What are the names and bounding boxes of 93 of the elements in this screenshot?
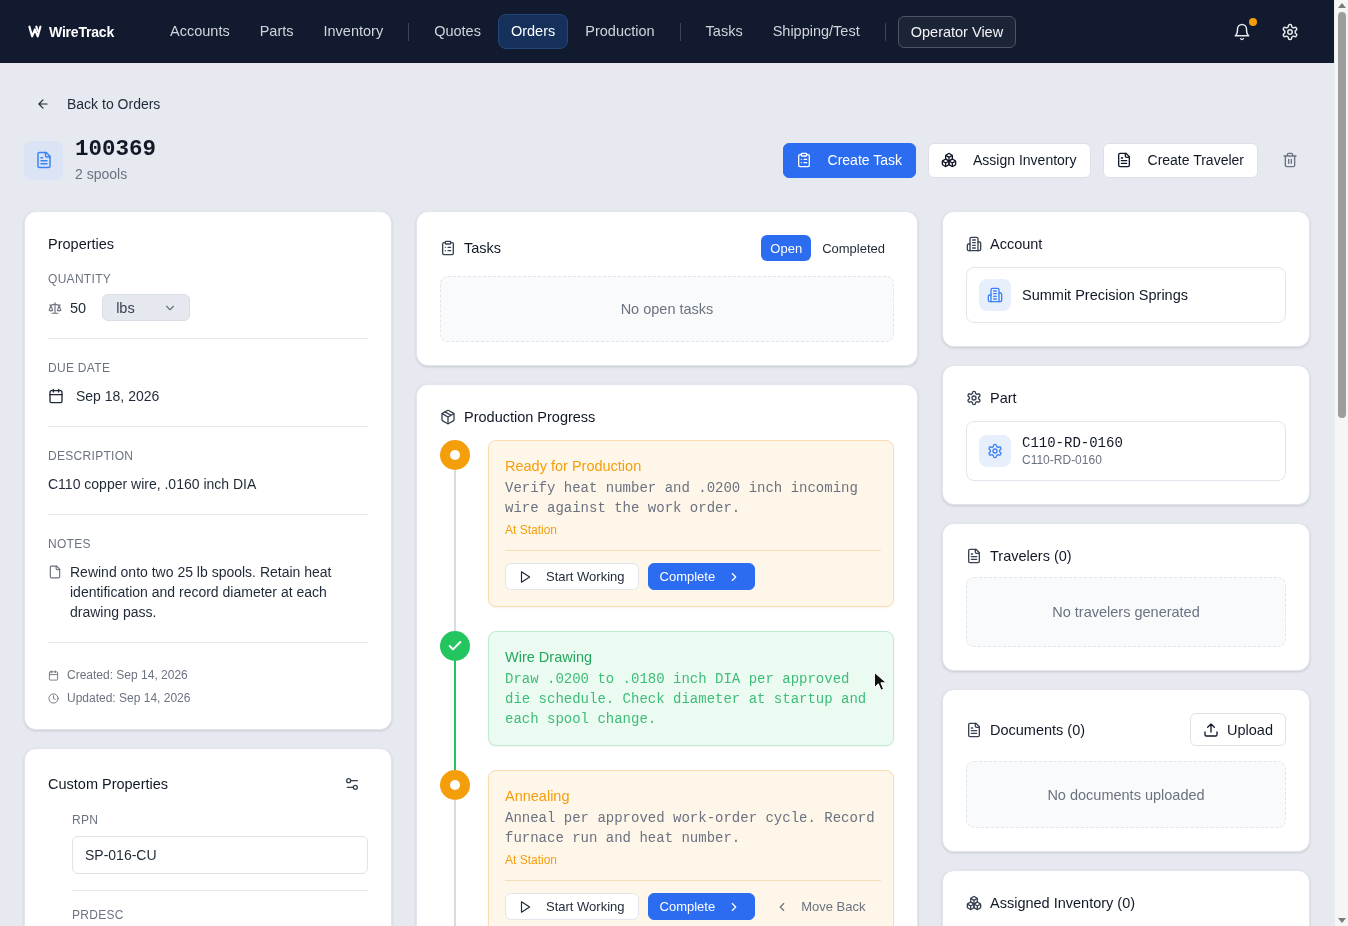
description-text: C110 copper wire, .0160 inch DIA	[48, 475, 258, 494]
document-icon	[1115, 152, 1132, 168]
note-icon	[48, 565, 62, 579]
create-traveler-button[interactable]: Create Traveler	[1102, 142, 1258, 178]
building-icon	[966, 236, 982, 252]
field-label: QUANTITY	[48, 271, 113, 287]
assign-inventory-button[interactable]: Assign Inventory	[928, 142, 1091, 178]
complete-button[interactable]: Complete	[647, 893, 756, 920]
order-subtitle: 2 spools	[75, 165, 129, 184]
play-icon	[518, 899, 532, 914]
upload-icon	[1203, 721, 1220, 738]
tab[interactable]: Open	[761, 235, 812, 261]
nav-link[interactable]: Shipping/Test	[759, 14, 873, 49]
move-back-button[interactable]: Move Back	[764, 893, 877, 920]
account-name: Summit Precision Springs	[1022, 287, 1188, 303]
gear-icon	[966, 390, 982, 406]
nav-link[interactable]: Parts	[246, 14, 307, 49]
calendar-icon	[48, 669, 59, 681]
trash-icon[interactable]	[1282, 152, 1298, 168]
scale-icon	[48, 300, 62, 315]
card-title: Properties	[48, 235, 116, 253]
field-label: DESCRIPTION	[48, 448, 135, 464]
play-icon	[518, 569, 532, 584]
create-task-button[interactable]: Create Task	[782, 142, 916, 178]
updated-date: Updated: Sep 14, 2026	[67, 690, 191, 706]
tab[interactable]: Completed	[813, 235, 894, 261]
start-working-button[interactable]: Start Working	[505, 563, 639, 590]
scrollbar-thumb[interactable]	[1337, 12, 1346, 418]
arrow-left-icon	[36, 97, 50, 111]
part-code: C110-RD-0160	[1022, 452, 1103, 468]
step-location: At Station	[505, 522, 559, 538]
field-label: RPN	[72, 812, 100, 828]
step-location: At Station	[505, 852, 559, 868]
text-field[interactable]: SP-016-CU	[72, 836, 368, 874]
document-icon	[966, 548, 982, 564]
app-logo: WireTrack	[49, 23, 114, 40]
document-icon	[24, 140, 63, 180]
step-description: Anneal per approved work-order cycle. Record furnace run and heat number.	[505, 809, 876, 848]
card-title: Account	[990, 235, 1043, 253]
step-title: Annealing	[505, 787, 571, 805]
notes-text: Rewind onto two 25 lb spools. Retain heat identification and record diameter at each drawing pass.	[70, 563, 333, 622]
sliders-icon[interactable]	[344, 776, 360, 792]
nav-link[interactable]: Quotes	[421, 14, 494, 49]
step-title: Ready for Production	[505, 457, 643, 475]
package-icon	[440, 409, 456, 425]
step-title: Wire Drawing	[505, 648, 593, 666]
nav-link[interactable]: Tasks	[692, 14, 756, 49]
clock-icon	[48, 692, 59, 704]
field-label: NOTES	[48, 536, 92, 552]
nav-link[interactable]: Accounts	[157, 14, 243, 49]
nav-link[interactable]: Production	[572, 14, 668, 49]
part-number: C110-RD-0160	[1022, 434, 1123, 452]
order-number: 100369	[75, 136, 156, 162]
document-icon	[966, 721, 982, 738]
empty-state-message: No travelers generated	[966, 577, 1286, 647]
account-link[interactable]: Summit Precision Springs	[966, 267, 1286, 323]
building-icon	[979, 279, 1011, 311]
upload-button[interactable]: Upload	[1190, 713, 1286, 746]
calendar-icon	[48, 388, 64, 404]
card-title: Custom Properties	[48, 775, 169, 793]
notifications-icon[interactable]	[1233, 22, 1251, 41]
settings-icon[interactable]	[1281, 22, 1299, 41]
scroll-down-icon[interactable]	[1337, 918, 1346, 923]
operator-view-button[interactable]: Operator View	[897, 15, 1017, 48]
part-link[interactable]: C110-RD-0160 C110-RD-0160	[966, 421, 1286, 481]
unit-select[interactable]: lbs	[102, 294, 191, 321]
card-title: Assigned Inventory (0)	[990, 894, 1136, 912]
complete-button[interactable]: Complete	[647, 563, 756, 590]
cubes-icon	[966, 895, 982, 911]
created-date: Created: Sep 14, 2026	[67, 667, 188, 683]
nav-link[interactable]: Inventory	[310, 14, 397, 49]
due-date-value: Sep 18, 2026	[76, 387, 160, 406]
card-title: Documents (0)	[990, 720, 1086, 739]
step-description: Draw .0200 to .0180 inch DIA per approved die schedule. Check diameter at startup and each spool change.	[505, 670, 868, 729]
gear-icon	[979, 435, 1011, 467]
nav-link[interactable]: Orders	[497, 14, 569, 49]
card-title: Part	[990, 389, 1017, 407]
back-link[interactable]: Back to Orders	[24, 91, 173, 117]
card-title: Tasks	[464, 239, 502, 257]
start-working-button[interactable]: Start Working	[505, 893, 639, 920]
empty-state-message: No open tasks	[440, 276, 894, 342]
field-label: DUE DATE	[48, 360, 112, 376]
quantity-value: 50	[70, 299, 87, 316]
clipboard-icon	[795, 152, 812, 168]
scroll-up-icon[interactable]	[1337, 3, 1346, 8]
empty-state-message: No documents uploaded	[966, 761, 1286, 828]
step-description: Verify heat number and .0200 inch incoming wire against the work order.	[505, 479, 859, 518]
card-title: Travelers (0)	[990, 547, 1072, 565]
mouse-pointer-icon	[874, 672, 889, 691]
cubes-icon	[941, 152, 957, 168]
field-label: PRDESC	[72, 907, 125, 923]
card-title: Production Progress	[464, 408, 596, 426]
clipboard-icon	[440, 240, 456, 256]
